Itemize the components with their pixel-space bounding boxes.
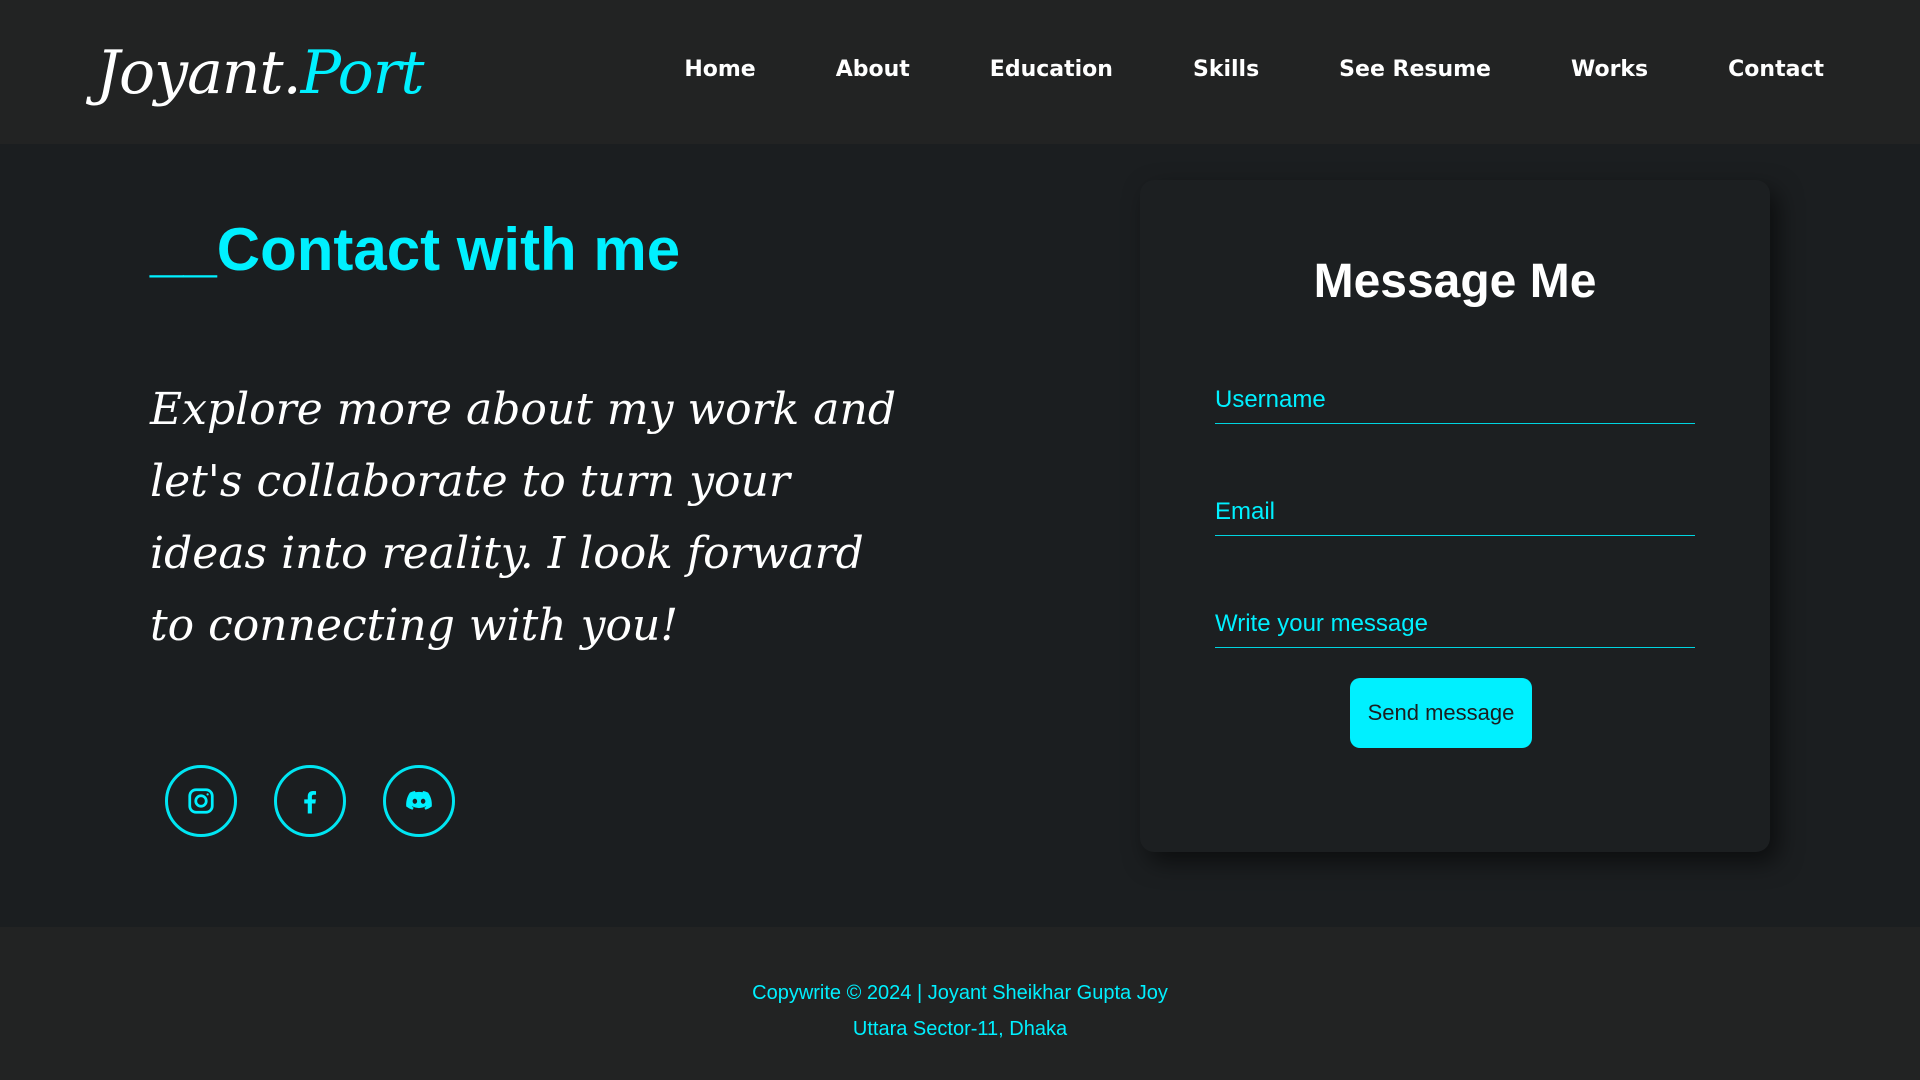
footer-copyright: Copywrite © 2024 | Joyant Sheikhar Gupta… [752,982,1168,1004]
logo-primary-text: Joyant. [96,38,302,108]
instagram-icon [188,788,214,814]
message-field [1215,600,1695,648]
nav-home[interactable]: Home [684,52,755,88]
site-logo[interactable]: Joyant.Port [96,34,425,112]
nav-skills[interactable]: Skills [1193,52,1259,88]
discord-icon [406,791,432,810]
main-nav: Home About Education Skills See Resume W… [684,52,1824,88]
nav-education[interactable]: Education [990,52,1113,88]
nav-about[interactable]: About [836,52,910,88]
message-card: Message Me Send message [1140,180,1770,852]
social-links [165,765,455,837]
header: Joyant.Port Home About Education Skills … [0,0,1920,144]
facebook-icon [304,790,317,814]
nav-works[interactable]: Works [1571,52,1648,88]
contact-heading: __Contact with me [150,216,681,283]
nav-contact[interactable]: Contact [1728,52,1824,88]
facebook-link[interactable] [274,765,346,837]
email-input[interactable] [1215,488,1695,535]
username-field [1215,376,1695,424]
message-card-title: Message Me [1313,255,1597,308]
message-input[interactable] [1215,600,1695,647]
email-field [1215,488,1695,536]
username-input[interactable] [1215,376,1695,423]
contact-intro-text: Explore more about my work and let's col… [150,384,897,651]
nav-see-resume[interactable]: See Resume [1339,52,1491,88]
footer-address: Uttara Sector-11, Dhaka [852,1018,1068,1040]
instagram-link[interactable] [165,765,237,837]
logo-secondary-text: Port [300,38,425,108]
discord-link[interactable] [383,765,455,837]
footer: Copywrite © 2024 | Joyant Sheikhar Gupta… [0,927,1920,1080]
send-message-button[interactable]: Send message [1350,678,1532,748]
